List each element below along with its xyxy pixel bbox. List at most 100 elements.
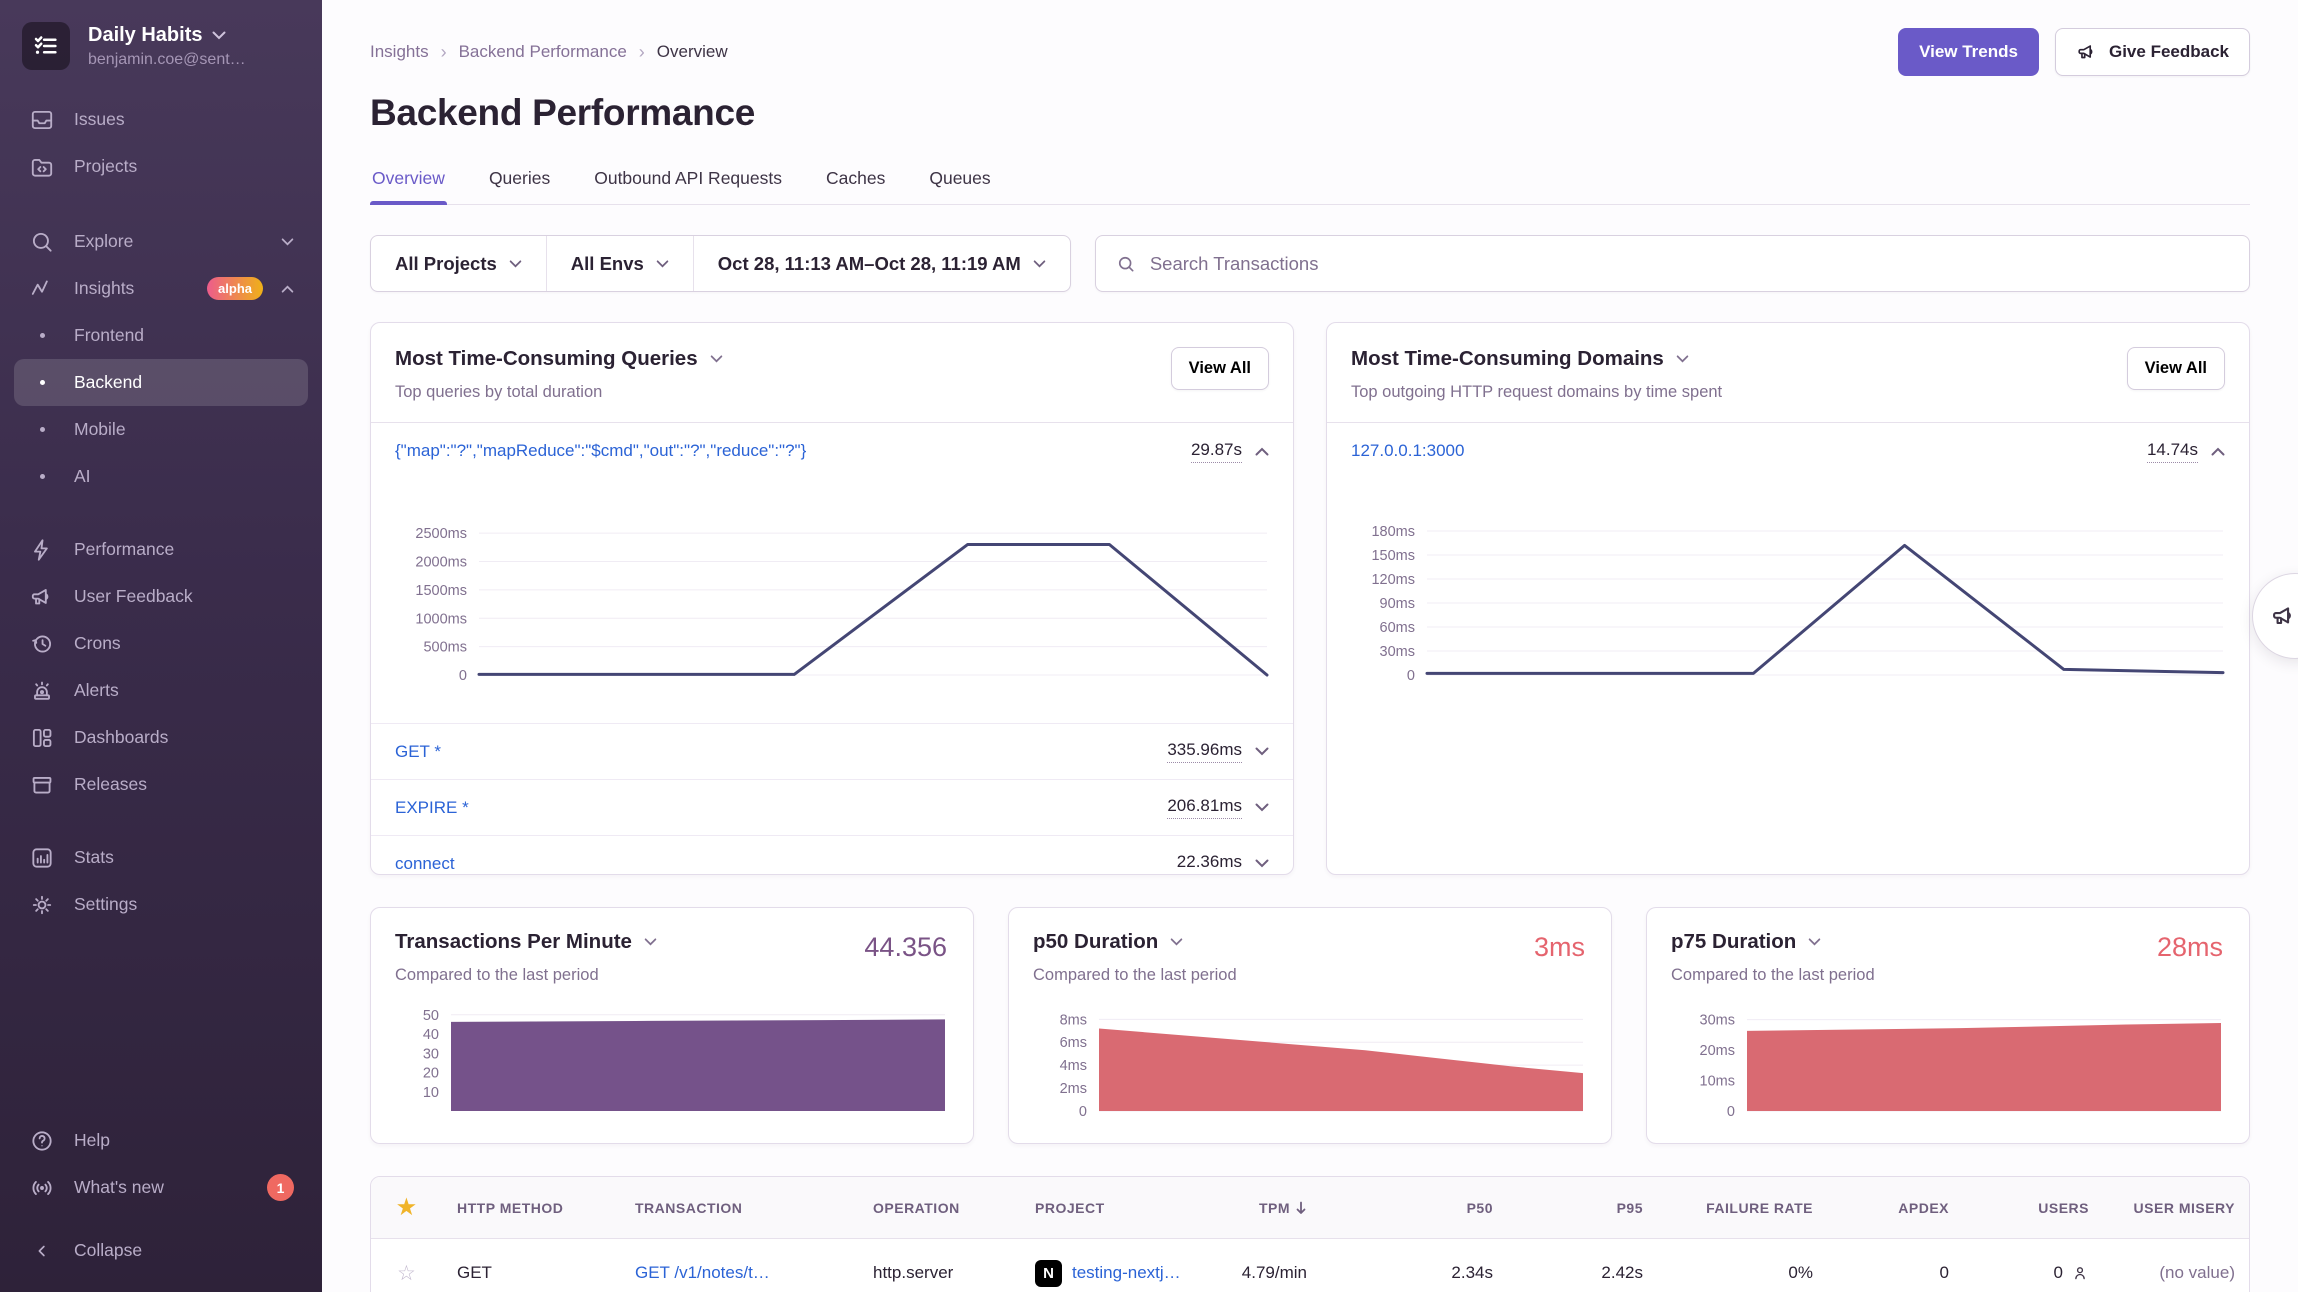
sidebar-item-label: Stats [74, 847, 114, 868]
svg-text:120ms: 120ms [1371, 572, 1415, 588]
tab-overview[interactable]: Overview [370, 160, 447, 204]
sidebar-item-dashboards[interactable]: Dashboards [14, 714, 308, 761]
sidebar-item-label: AI [74, 466, 91, 487]
chevron-down-icon [281, 238, 294, 246]
p75-card-subtitle: Compared to the last period [1671, 966, 2225, 985]
query-duration-toggle[interactable]: 206.81ms [1167, 796, 1269, 819]
queries-view-all-button[interactable]: View All [1171, 347, 1269, 390]
breadcrumb: Insights › Backend Performance › Overvie… [370, 42, 728, 63]
tab-bar: Overview Queries Outbound API Requests C… [370, 160, 2250, 205]
domain-link[interactable]: 127.0.0.1:3000 [1351, 441, 1464, 461]
query-duration: 29.87s [1191, 440, 1242, 463]
tab-queries[interactable]: Queries [487, 160, 552, 204]
tpm-chart: 5040302010 [395, 1001, 947, 1119]
p75-card-title-group[interactable]: p75 Duration [1671, 930, 2225, 954]
megaphone-icon [28, 584, 56, 610]
sidebar-item-help[interactable]: Help [14, 1117, 308, 1164]
sidebar-flex-spacer [14, 928, 308, 1117]
queries-panel-subtitle: Top queries by total duration [395, 383, 723, 402]
chevron-up-icon [1255, 447, 1269, 456]
sidebar-item-frontend[interactable]: Frontend [14, 312, 308, 359]
svg-text:50: 50 [423, 1008, 439, 1024]
chevron-down-icon [644, 938, 657, 946]
query-duration-toggle[interactable]: 22.36ms [1177, 852, 1269, 875]
svg-text:150ms: 150ms [1371, 548, 1415, 564]
issues-icon [28, 107, 56, 133]
star-icon[interactable]: ☆ [371, 1261, 443, 1286]
environment-filter[interactable]: All Envs [546, 236, 693, 291]
search-input[interactable] [1150, 253, 2229, 275]
sidebar-item-insights[interactable]: Insights alpha [14, 265, 308, 312]
query-link[interactable]: {"map":"?","mapReduce":"$cmd","out":"?",… [395, 441, 806, 461]
svg-text:4ms: 4ms [1060, 1058, 1087, 1074]
p50-chart: 8ms6ms4ms2ms0 [1033, 1001, 1585, 1119]
help-icon [28, 1128, 56, 1154]
query-link[interactable]: EXPIRE * [395, 798, 469, 818]
sidebar-item-alerts[interactable]: Alerts [14, 667, 308, 714]
col-p95: P95 [1507, 1200, 1657, 1216]
tab-queues[interactable]: Queues [927, 160, 992, 204]
sidebar-item-projects[interactable]: Projects [14, 143, 308, 190]
query-link[interactable]: connect [395, 854, 455, 874]
sidebar-item-label: Backend [74, 372, 142, 393]
cell-user-misery: (no value) [2103, 1263, 2249, 1283]
sidebar-item-releases[interactable]: Releases [14, 761, 308, 808]
org-name: Daily Habits [88, 24, 202, 47]
svg-text:30ms: 30ms [1380, 644, 1415, 660]
project-filter[interactable]: All Projects [371, 236, 546, 291]
sidebar-item-ai[interactable]: AI [14, 453, 308, 500]
sidebar-item-label: Frontend [74, 325, 144, 346]
tab-outbound-api-requests[interactable]: Outbound API Requests [592, 160, 784, 204]
p75-duration-card: p75 Duration Compared to the last period… [1646, 907, 2250, 1144]
give-feedback-button[interactable]: Give Feedback [2055, 28, 2250, 76]
org-switcher[interactable]: Daily Habits benjamin.coe@sent… [14, 22, 308, 70]
breadcrumb-backend-performance[interactable]: Backend Performance [459, 42, 627, 62]
sidebar-collapse-button[interactable]: Collapse [14, 1227, 308, 1274]
col-project: PROJECT [1021, 1200, 1209, 1216]
tab-caches[interactable]: Caches [824, 160, 887, 204]
breadcrumb-separator: › [639, 42, 645, 63]
domains-view-all-button[interactable]: View All [2127, 347, 2225, 390]
org-info: Daily Habits benjamin.coe@sent… [88, 24, 246, 69]
sidebar-nav: Issues Projects Explore Insights alpha F… [14, 96, 308, 928]
sidebar-item-stats[interactable]: Stats [14, 834, 308, 881]
cell-transaction-link[interactable]: GET /v1/notes/t… [621, 1263, 859, 1283]
most-time-consuming-domains-panel: Most Time-Consuming Domains Top outgoing… [1326, 322, 2250, 875]
sidebar-item-mobile[interactable]: Mobile [14, 406, 308, 453]
query-link[interactable]: GET * [395, 742, 441, 762]
search-icon [1116, 254, 1136, 274]
svg-text:60ms: 60ms [1380, 620, 1415, 636]
sidebar-item-backend[interactable]: Backend [14, 359, 308, 406]
sidebar-item-performance[interactable]: Performance [14, 526, 308, 573]
svg-text:2000ms: 2000ms [415, 555, 467, 571]
sidebar-item-crons[interactable]: Crons [14, 620, 308, 667]
project-filter-label: All Projects [395, 253, 497, 275]
domain-duration-toggle[interactable]: 14.74s [2147, 440, 2225, 463]
star-icon[interactable]: ★ [371, 1195, 443, 1220]
date-range-filter[interactable]: Oct 28, 11:13 AM–Oct 28, 11:19 AM [693, 236, 1070, 291]
dashboards-icon [28, 725, 56, 751]
archive-box-icon [28, 772, 56, 798]
p50-card-title-group[interactable]: p50 Duration [1033, 930, 1587, 954]
transaction-search[interactable] [1095, 235, 2250, 292]
sidebar-item-whats-new[interactable]: What's new 1 [14, 1164, 308, 1211]
col-apdex: APDEX [1827, 1200, 1963, 1216]
sidebar-item-issues[interactable]: Issues [14, 96, 308, 143]
domain-row-expanded: 127.0.0.1:3000 14.74s [1327, 423, 2249, 479]
queries-panel-title-group[interactable]: Most Time-Consuming Queries [395, 347, 723, 371]
query-duration-toggle[interactable]: 29.87s [1191, 440, 1269, 463]
breadcrumb-insights[interactable]: Insights [370, 42, 429, 62]
svg-text:0: 0 [459, 668, 467, 683]
col-failure-rate: FAILURE RATE [1657, 1200, 1827, 1216]
sidebar-item-label: Issues [74, 109, 125, 130]
cell-apdex: 0 [1827, 1263, 1963, 1283]
sidebar-item-settings[interactable]: Settings [14, 881, 308, 928]
sidebar-item-explore[interactable]: Explore [14, 218, 308, 265]
domains-panel-title-group[interactable]: Most Time-Consuming Domains [1351, 347, 1722, 371]
query-duration-toggle[interactable]: 335.96ms [1167, 740, 1269, 763]
view-trends-button[interactable]: View Trends [1898, 28, 2039, 76]
chevron-down-icon [1676, 355, 1689, 363]
col-tpm-sort[interactable]: TPM [1209, 1200, 1321, 1216]
project-link[interactable]: testing-nextj… [1072, 1263, 1181, 1283]
sidebar-item-user-feedback[interactable]: User Feedback [14, 573, 308, 620]
